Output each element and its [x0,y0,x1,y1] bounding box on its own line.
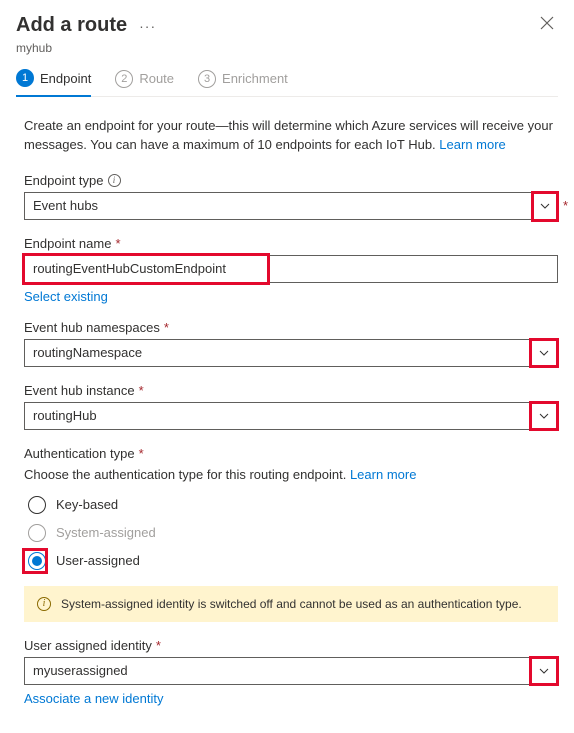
required-indicator: * [156,638,161,653]
identity-select[interactable] [24,657,558,685]
radio-user-assigned[interactable]: User-assigned [28,552,558,570]
radio-label: User-assigned [56,553,140,568]
info-icon: i [37,597,51,611]
page-title: Add a route [16,14,127,37]
required-indicator: * [139,446,144,461]
required-indicator: * [139,383,144,398]
more-actions-button[interactable]: ··· [139,18,156,34]
tab-enrichment[interactable]: 3 Enrichment [198,69,288,96]
required-indicator: * [115,236,120,251]
required-indicator: * [164,320,169,335]
learn-more-link[interactable]: Learn more [439,137,505,152]
auth-type-label: Authentication type [24,446,135,461]
close-icon [540,16,554,30]
wizard-tabs: 1 Endpoint 2 Route 3 Enrichment [16,69,558,97]
radio-label: System-assigned [56,525,156,540]
endpoint-name-input[interactable] [24,255,558,283]
tab-endpoint[interactable]: 1 Endpoint [16,69,91,97]
info-banner: i System-assigned identity is switched o… [24,586,558,622]
radio-icon [28,524,46,542]
tab-label: Route [139,71,174,86]
associate-identity-link[interactable]: Associate a new identity [24,691,163,706]
close-button[interactable] [536,12,558,39]
intro-text: Create an endpoint for your route—this w… [24,117,558,155]
radio-icon [28,496,46,514]
endpoint-name-label: Endpoint name [24,236,111,251]
radio-icon [28,552,46,570]
namespaces-label: Event hub namespaces [24,320,160,335]
instance-label: Event hub instance [24,383,135,398]
info-icon[interactable]: i [108,174,121,187]
identity-label: User assigned identity [24,638,152,653]
banner-text: System-assigned identity is switched off… [61,597,522,611]
radio-key-based[interactable]: Key-based [28,496,558,514]
endpoint-type-select[interactable] [24,192,558,220]
tab-label: Enrichment [222,71,288,86]
radio-label: Key-based [56,497,118,512]
required-indicator: * [563,198,568,213]
auth-learn-more-link[interactable]: Learn more [350,467,416,482]
instance-select[interactable] [24,402,558,430]
select-existing-link[interactable]: Select existing [24,289,108,304]
auth-description: Choose the authentication type for this … [24,467,558,482]
tab-number: 3 [198,70,216,88]
radio-system-assigned: System-assigned [28,524,558,542]
namespaces-select[interactable] [24,339,558,367]
tab-number: 1 [16,69,34,87]
tab-route[interactable]: 2 Route [115,69,174,96]
tab-number: 2 [115,70,133,88]
tab-label: Endpoint [40,71,91,86]
endpoint-type-label: Endpoint type [24,173,104,188]
hub-name: myhub [16,41,558,55]
